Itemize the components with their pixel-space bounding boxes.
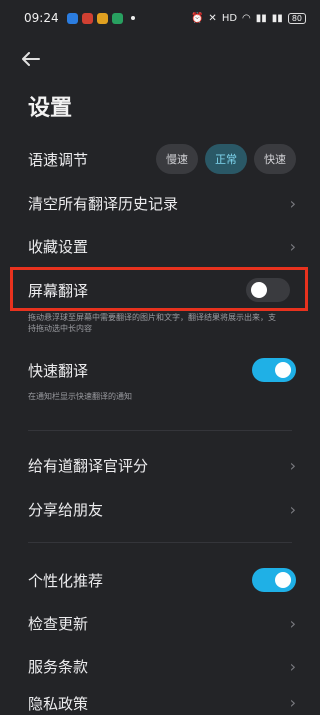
speed-slow-button[interactable]: 慢速 <box>156 144 198 174</box>
speech-rate-options: 慢速 正常 快速 <box>156 144 296 174</box>
personalized-recommend-row: 个性化推荐 <box>0 565 320 595</box>
app-notification-icon <box>96 12 108 24</box>
page-title: 设置 <box>28 96 73 121</box>
quick-translate-toggle[interactable] <box>252 358 296 382</box>
app-notification-icon <box>66 12 78 24</box>
signal-icon: ▮▮ <box>271 12 283 24</box>
speed-fast-button[interactable]: 快速 <box>254 144 296 174</box>
chevron-right-icon: › <box>289 656 296 676</box>
favorites-settings-label: 收藏设置 <box>28 237 89 256</box>
alarm-icon: ⏰ <box>190 12 204 24</box>
section-divider <box>28 430 292 431</box>
check-update-row[interactable]: 检查更新 › <box>0 608 320 638</box>
screen-translate-label: 屏幕翻译 <box>28 281 89 300</box>
favorites-settings-row[interactable]: 收藏设置 › <box>0 231 320 261</box>
signal-icon: ▮▮ <box>255 12 267 24</box>
chevron-right-icon: › <box>289 193 296 213</box>
mute-icon: ✕ <box>208 12 217 24</box>
speech-rate-row: 语速调节 慢速 正常 快速 <box>0 143 320 175</box>
more-notifications-icon <box>130 16 135 20</box>
toggle-knob <box>251 282 267 298</box>
quick-translate-row: 快速翻译 <box>0 355 320 385</box>
screen-translate-description: 拖动悬浮球至屏幕中需要翻译的图片和文字，翻译结果将展示出来，支持拖动选中长内容 <box>28 313 276 333</box>
status-bar: 09:24 ⏰ ✕ HD ◠ ▮▮ ▮▮ 80 <box>0 0 320 36</box>
privacy-label: 隐私政策 <box>28 695 89 713</box>
rate-app-label: 给有道翻译官评分 <box>28 456 149 475</box>
toggle-knob <box>275 362 291 378</box>
chevron-right-icon: › <box>289 499 296 519</box>
chevron-right-icon: › <box>289 693 296 712</box>
quick-translate-description: 在通知栏显示快速翻译的通知 <box>28 392 132 401</box>
screen-translate-row: 屏幕翻译 <box>0 275 320 305</box>
hd-icon: HD <box>221 12 238 24</box>
speed-normal-button[interactable]: 正常 <box>205 144 247 174</box>
clear-history-row[interactable]: 清空所有翻译历史记录 › <box>0 188 320 218</box>
wifi-icon: ◠ <box>242 12 251 24</box>
chevron-right-icon: › <box>289 455 296 475</box>
rate-app-row[interactable]: 给有道翻译官评分 › <box>0 450 320 480</box>
quick-translate-label: 快速翻译 <box>28 361 89 380</box>
terms-label: 服务条款 <box>28 657 89 676</box>
app-notification-icon <box>81 12 93 24</box>
speech-rate-label: 语速调节 <box>28 150 89 169</box>
screen-translate-toggle[interactable] <box>246 278 290 302</box>
section-divider <box>28 542 292 543</box>
terms-row[interactable]: 服务条款 › <box>0 651 320 681</box>
toggle-knob <box>275 572 291 588</box>
personalized-recommend-toggle[interactable] <box>252 568 296 592</box>
app-notification-icon <box>111 12 123 24</box>
chevron-right-icon: › <box>289 613 296 633</box>
privacy-row[interactable]: 隐私政策 › <box>0 693 320 715</box>
chevron-right-icon: › <box>289 236 296 256</box>
back-arrow-icon <box>22 52 40 66</box>
back-button[interactable] <box>18 46 44 72</box>
personalized-recommend-label: 个性化推荐 <box>28 571 104 590</box>
status-time: 09:24 <box>24 11 59 25</box>
check-update-label: 检查更新 <box>28 614 89 633</box>
clear-history-label: 清空所有翻译历史记录 <box>28 194 179 213</box>
share-label: 分享给朋友 <box>28 500 104 519</box>
battery-icon: 80 <box>287 12 306 24</box>
share-row[interactable]: 分享给朋友 › <box>0 494 320 524</box>
